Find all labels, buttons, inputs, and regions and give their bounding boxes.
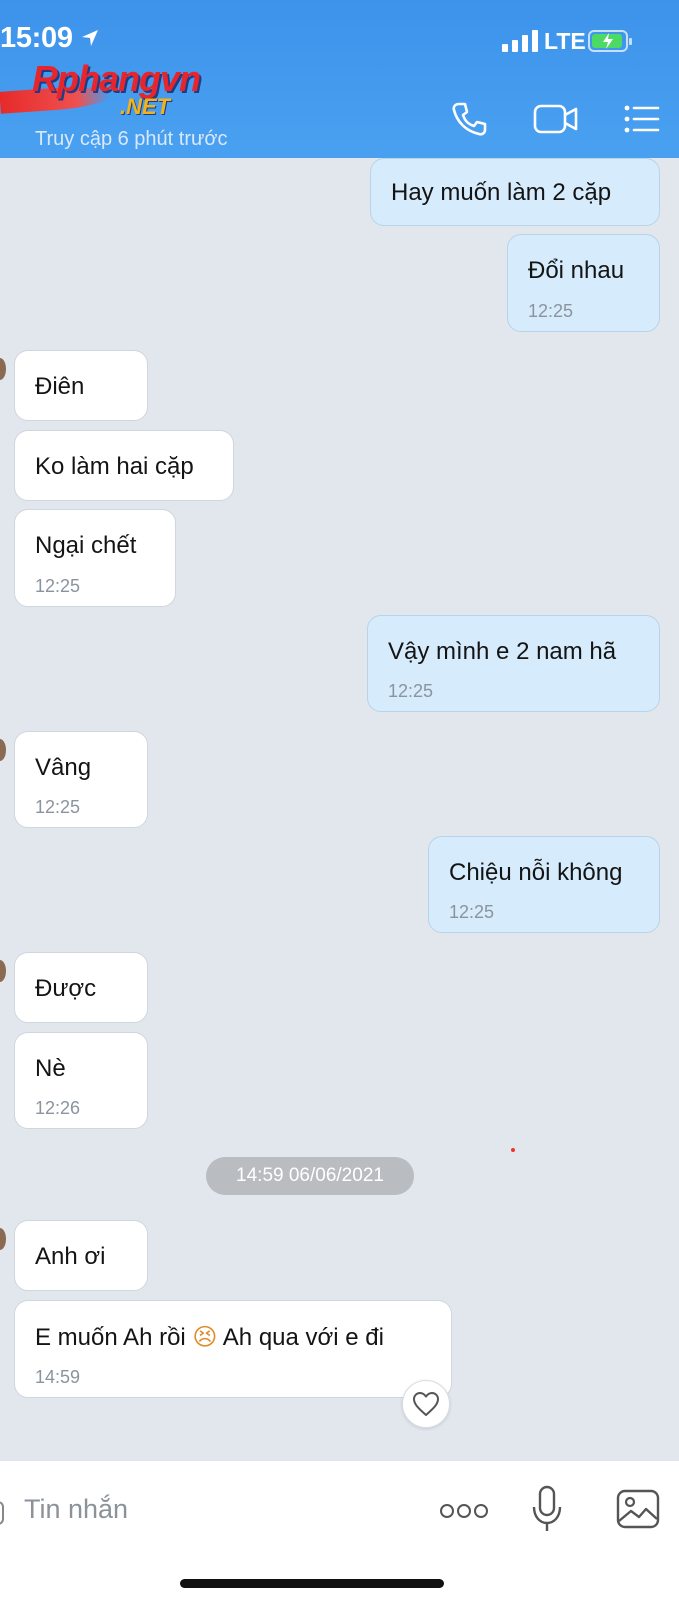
message-bubble-received[interactable]: Nè 12:26 xyxy=(14,1032,148,1129)
message-text: Được xyxy=(35,975,97,1002)
image-icon[interactable] xyxy=(616,1489,660,1529)
message-text-part: E muốn Ah rồi xyxy=(35,1324,186,1351)
sticker-button[interactable] xyxy=(0,1501,4,1525)
message-text: Nè xyxy=(35,1055,66,1082)
message-text: Chiệu nỗi không xyxy=(449,859,623,886)
last-seen-status: Truy cập 6 phút trước xyxy=(35,128,228,150)
message-bubble-received[interactable]: Anh ơi xyxy=(14,1220,148,1291)
heart-icon xyxy=(413,1392,439,1416)
home-indicator xyxy=(180,1579,444,1588)
message-bubble-sent[interactable]: Vậy mình e 2 nam hã 12:25 xyxy=(367,615,660,712)
message-time: 14:59 xyxy=(35,1367,81,1387)
logo-text: Rphangvn xyxy=(32,58,201,99)
message-text: Ngại chết xyxy=(35,532,137,559)
status-time: 15:09 xyxy=(0,22,73,54)
chat-header: 15:09 LTE Rphangvn .NET Truy cập 6 phút … xyxy=(0,0,679,158)
date-separator: 14:59 06/06/2021 xyxy=(206,1157,414,1195)
contact-avatar[interactable] xyxy=(0,358,6,380)
message-time: 12:26 xyxy=(35,1098,81,1118)
video-call-icon[interactable] xyxy=(533,103,579,135)
message-text: Đổi nhau xyxy=(528,257,625,284)
message-bubble-received[interactable]: E muốn Ah rồi 😣 Ah qua với e đi 14:59 xyxy=(14,1300,452,1398)
network-label: LTE xyxy=(544,28,586,54)
microphone-icon[interactable] xyxy=(530,1485,564,1535)
stray-dot xyxy=(511,1148,515,1152)
message-bubble-received[interactable]: Ngại chết 12:25 xyxy=(14,509,176,607)
message-time: 12:25 xyxy=(35,797,81,817)
message-bubble-received[interactable]: Điên xyxy=(14,350,148,421)
menu-list-icon[interactable] xyxy=(624,104,660,134)
message-text: E muốn Ah rồi 😣 Ah qua với e đi xyxy=(35,1323,384,1352)
message-bubble-received[interactable]: Ko làm hai cặp xyxy=(14,430,234,501)
message-time: 12:25 xyxy=(528,301,574,321)
message-text: Hay muốn làm 2 cặp xyxy=(391,179,612,206)
message-text: Anh ơi xyxy=(35,1243,106,1270)
location-arrow-icon xyxy=(82,30,98,46)
contact-avatar[interactable] xyxy=(0,739,6,761)
more-options-icon[interactable] xyxy=(440,1501,488,1521)
message-text-part: Ah qua với e đi xyxy=(222,1324,384,1351)
message-text: Ko làm hai cặp xyxy=(35,453,194,480)
message-time: 12:25 xyxy=(388,681,434,701)
contact-avatar[interactable] xyxy=(0,1228,6,1250)
message-bubble-received[interactable]: Vâng 12:25 xyxy=(14,731,148,828)
logo-suffix: .NET xyxy=(120,94,171,119)
message-bubble-sent[interactable]: Chiệu nỗi không 12:25 xyxy=(428,836,660,933)
react-heart-button[interactable] xyxy=(402,1380,450,1428)
phone-icon[interactable] xyxy=(450,100,488,138)
contact-avatar[interactable] xyxy=(0,960,6,982)
message-text: Vậy mình e 2 nam hã xyxy=(388,638,617,665)
signal-icon xyxy=(502,30,538,52)
message-composer: Tin nhắn xyxy=(0,1460,679,1600)
battery-icon xyxy=(588,30,632,52)
message-text: Vâng xyxy=(35,754,92,781)
message-time: 12:25 xyxy=(449,902,495,922)
message-bubble-sent[interactable]: Đổi nhau 12:25 xyxy=(507,234,660,332)
message-input[interactable]: Tin nhắn xyxy=(24,1494,128,1525)
message-text: Điên xyxy=(35,373,85,400)
message-bubble-received[interactable]: Được xyxy=(14,952,148,1023)
message-bubble-sent[interactable]: Hay muốn làm 2 cặp xyxy=(370,158,660,226)
persevering-face-emoji: 😣 xyxy=(192,1323,218,1351)
message-time: 12:25 xyxy=(35,576,81,596)
